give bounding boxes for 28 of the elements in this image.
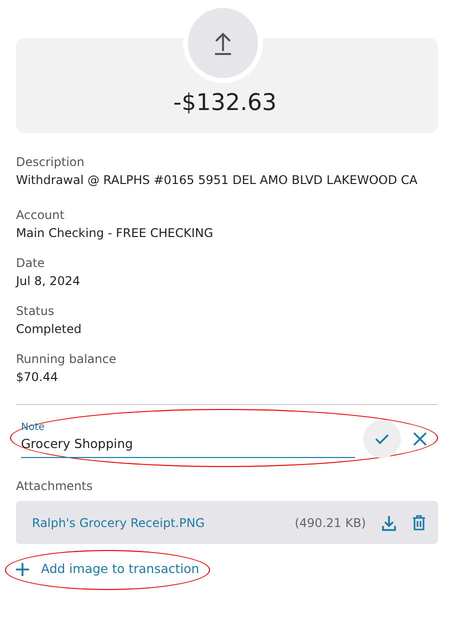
detail-value: Completed xyxy=(16,321,82,338)
upload-arrow-icon xyxy=(214,31,232,55)
download-button[interactable] xyxy=(382,514,396,530)
note-field[interactable]: Note Grocery Shopping xyxy=(21,420,355,458)
detail-label: Account xyxy=(16,207,66,224)
attachment-link[interactable]: Ralph's Grocery Receipt.PNG xyxy=(32,514,205,532)
file-size: (490.21 KB) xyxy=(294,514,366,532)
detail-value: $70.44 xyxy=(16,369,59,386)
detail-label: Date xyxy=(16,255,46,272)
close-icon xyxy=(413,432,427,446)
trash-icon xyxy=(412,514,426,530)
detail-value: Jul 8, 2024 xyxy=(16,273,82,290)
check-icon xyxy=(375,434,389,444)
detail-value: Main Checking - FREE CHECKING xyxy=(16,225,214,242)
close-button[interactable] xyxy=(413,432,427,446)
download-icon xyxy=(382,514,396,530)
note-input[interactable]: Grocery Shopping xyxy=(21,435,355,454)
field-label: Note xyxy=(21,421,46,436)
detail-label: Running balance xyxy=(16,351,118,368)
detail-label: Status xyxy=(16,303,56,320)
attachments-label: Attachments xyxy=(16,478,94,495)
confirm-button[interactable] xyxy=(363,420,401,458)
amount-text: -$132.63 xyxy=(173,88,277,118)
add-image-link[interactable]: Add image to transaction xyxy=(16,560,200,579)
plus-icon xyxy=(16,562,29,576)
detail-label: Description xyxy=(16,154,86,171)
delete-button[interactable] xyxy=(412,514,426,530)
detail-value: Withdrawal @ RALPHS #0165 5951 DEL AMO BLVD LAKEWOOD CA xyxy=(16,172,419,189)
